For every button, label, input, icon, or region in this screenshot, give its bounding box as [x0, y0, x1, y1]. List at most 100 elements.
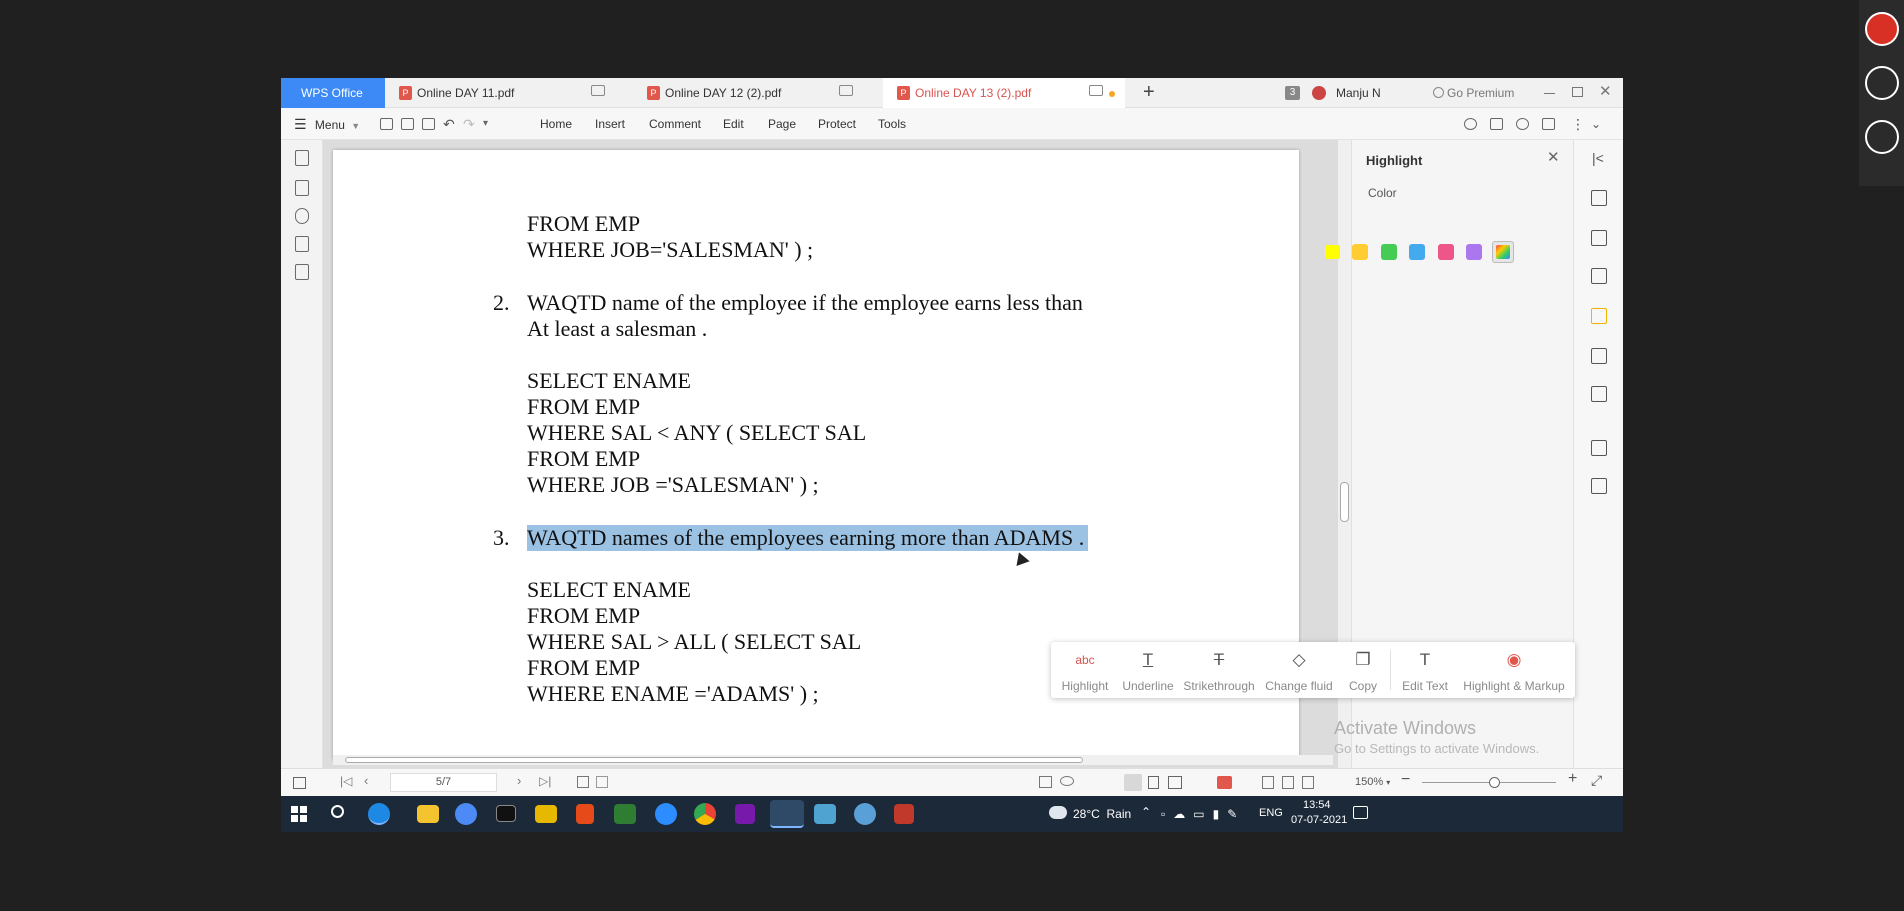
onenote-icon[interactable]: [735, 804, 755, 824]
swatch-yellow[interactable]: [1324, 244, 1340, 260]
tab-comment[interactable]: Comment: [649, 108, 701, 140]
save-icon[interactable]: [401, 118, 414, 130]
play-icon[interactable]: [1217, 776, 1232, 789]
underline-button[interactable]: T Underline: [1119, 642, 1177, 698]
horizontal-scroll-thumb[interactable]: [345, 757, 1083, 763]
eye-icon[interactable]: [1060, 776, 1074, 786]
selected-text[interactable]: WAQTD names of the employees earning mor…: [527, 525, 1089, 551]
read-mode-icon[interactable]: [1039, 776, 1052, 788]
file-explorer-icon[interactable]: [417, 805, 439, 823]
tab-protect[interactable]: Protect: [818, 108, 856, 140]
tab-online-day-12[interactable]: P Online DAY 12 (2).pdf: [633, 78, 883, 108]
change-fluid-button[interactable]: ◇ Change fluid: [1261, 642, 1337, 698]
tray-chevron-icon[interactable]: ⌃: [1141, 805, 1151, 819]
share-user-icon[interactable]: [1464, 118, 1477, 130]
new-tab-button[interactable]: +: [1143, 81, 1155, 104]
notifications-icon[interactable]: [1353, 806, 1368, 819]
tab-online-day-11[interactable]: P Online DAY 11.pdf: [385, 78, 633, 108]
highlight-button[interactable]: abc Highlight: [1055, 642, 1115, 698]
tab-insert[interactable]: Insert: [595, 108, 625, 140]
swatch-pink[interactable]: [1438, 244, 1454, 260]
horizontal-scrollbar[interactable]: [333, 755, 1333, 765]
clock-time[interactable]: 13:54: [1303, 799, 1331, 811]
strikethrough-button[interactable]: T Strikethrough: [1181, 642, 1257, 698]
weather-icon[interactable]: [1049, 806, 1067, 819]
fit-icon[interactable]: [596, 776, 608, 788]
fit-width-icon[interactable]: [1302, 776, 1314, 789]
zoom-in-button[interactable]: +: [1568, 770, 1577, 788]
thumbnails-icon[interactable]: [295, 180, 309, 196]
user-name[interactable]: Manju N: [1336, 86, 1381, 100]
menu-button[interactable]: ☰ Menu ▼: [294, 108, 360, 140]
swatch-purple[interactable]: [1466, 244, 1482, 260]
tab-tools[interactable]: Tools: [878, 108, 906, 140]
prev-page-icon[interactable]: ‹: [364, 773, 368, 788]
wps-pdf-icon[interactable]: [770, 800, 804, 828]
search-icon[interactable]: [331, 805, 344, 818]
notepad-icon[interactable]: [814, 804, 836, 824]
bookmark-icon[interactable]: [295, 150, 309, 166]
continuous-view[interactable]: [1148, 776, 1159, 789]
scan-icon[interactable]: [1591, 478, 1607, 494]
zoom-app-icon[interactable]: [655, 803, 677, 825]
print-icon[interactable]: [422, 118, 435, 130]
zoom-out-button[interactable]: −: [1401, 771, 1410, 789]
print-side-icon[interactable]: [1591, 440, 1607, 456]
swatch-orange[interactable]: [1352, 244, 1368, 260]
collapse-panel-icon[interactable]: |<: [1592, 150, 1604, 166]
language-indicator[interactable]: ENG: [1259, 807, 1283, 819]
start-button[interactable]: [291, 806, 307, 822]
edge-icon[interactable]: [368, 803, 390, 825]
vertical-scroll-thumb[interactable]: [1340, 482, 1349, 522]
restore-button[interactable]: [1572, 87, 1583, 97]
swatch-green[interactable]: [1381, 244, 1397, 260]
fit-page-icon[interactable]: [1282, 776, 1294, 789]
export-icon[interactable]: [1591, 190, 1607, 206]
snow-app-icon[interactable]: [854, 803, 876, 825]
next-page-icon[interactable]: ›: [517, 773, 521, 788]
more-quick-icon[interactable]: ▾: [483, 108, 488, 140]
undo-icon[interactable]: ↶: [443, 108, 455, 140]
form-icon[interactable]: [295, 264, 309, 280]
settings-icon[interactable]: [1516, 118, 1529, 130]
mic-muted-button[interactable]: [1865, 12, 1899, 46]
panel-toggle-icon[interactable]: [293, 777, 306, 789]
first-page-icon[interactable]: |◁: [340, 774, 352, 788]
annotate-icon[interactable]: [1591, 308, 1607, 324]
share-icon[interactable]: [1490, 118, 1503, 130]
open-icon[interactable]: [380, 118, 393, 130]
chrome-dev-icon[interactable]: [455, 803, 477, 825]
convert-icon[interactable]: [1591, 268, 1607, 284]
redo-icon[interactable]: ↷: [463, 108, 475, 140]
comment-icon[interactable]: [1542, 118, 1555, 130]
copy-button[interactable]: ❐ Copy: [1341, 642, 1385, 698]
tab-edit[interactable]: Edit: [723, 108, 744, 140]
terminal-icon[interactable]: [496, 805, 516, 822]
swatch-custom[interactable]: [1492, 241, 1514, 263]
tab-home[interactable]: Home: [540, 108, 572, 140]
close-panel-icon[interactable]: ✕: [1547, 148, 1560, 166]
tray-icons[interactable]: ▫☁▭▮✎: [1161, 807, 1245, 821]
zoom-level[interactable]: 150% ▾: [1355, 776, 1390, 788]
avatar[interactable]: [1312, 86, 1326, 100]
close-window-button[interactable]: ✕: [1599, 82, 1612, 100]
tab-count-badge[interactable]: 3: [1285, 86, 1300, 100]
tab-page[interactable]: Page: [768, 108, 796, 140]
edit-text-button[interactable]: T Edit Text: [1397, 642, 1453, 698]
red-app-icon[interactable]: [894, 804, 914, 824]
go-premium-button[interactable]: Go Premium: [1433, 86, 1514, 100]
window-button[interactable]: [1865, 66, 1899, 100]
more-icon[interactable]: ⋮: [1571, 108, 1585, 140]
wps-office-tab[interactable]: WPS Office: [281, 78, 385, 108]
sign-icon[interactable]: [1591, 348, 1607, 364]
two-page-view[interactable]: [1168, 776, 1182, 789]
page-number-input[interactable]: 5/7: [390, 773, 497, 792]
compare-icon[interactable]: [1591, 386, 1607, 402]
actual-size-icon[interactable]: [1262, 776, 1274, 789]
rotate-icon[interactable]: [577, 776, 589, 788]
office-icon[interactable]: [576, 804, 594, 824]
zoom-slider-handle[interactable]: [1489, 777, 1500, 788]
minimize-button[interactable]: [1544, 93, 1555, 94]
zoom-slider[interactable]: [1422, 777, 1556, 788]
paint-icon[interactable]: [535, 805, 557, 823]
